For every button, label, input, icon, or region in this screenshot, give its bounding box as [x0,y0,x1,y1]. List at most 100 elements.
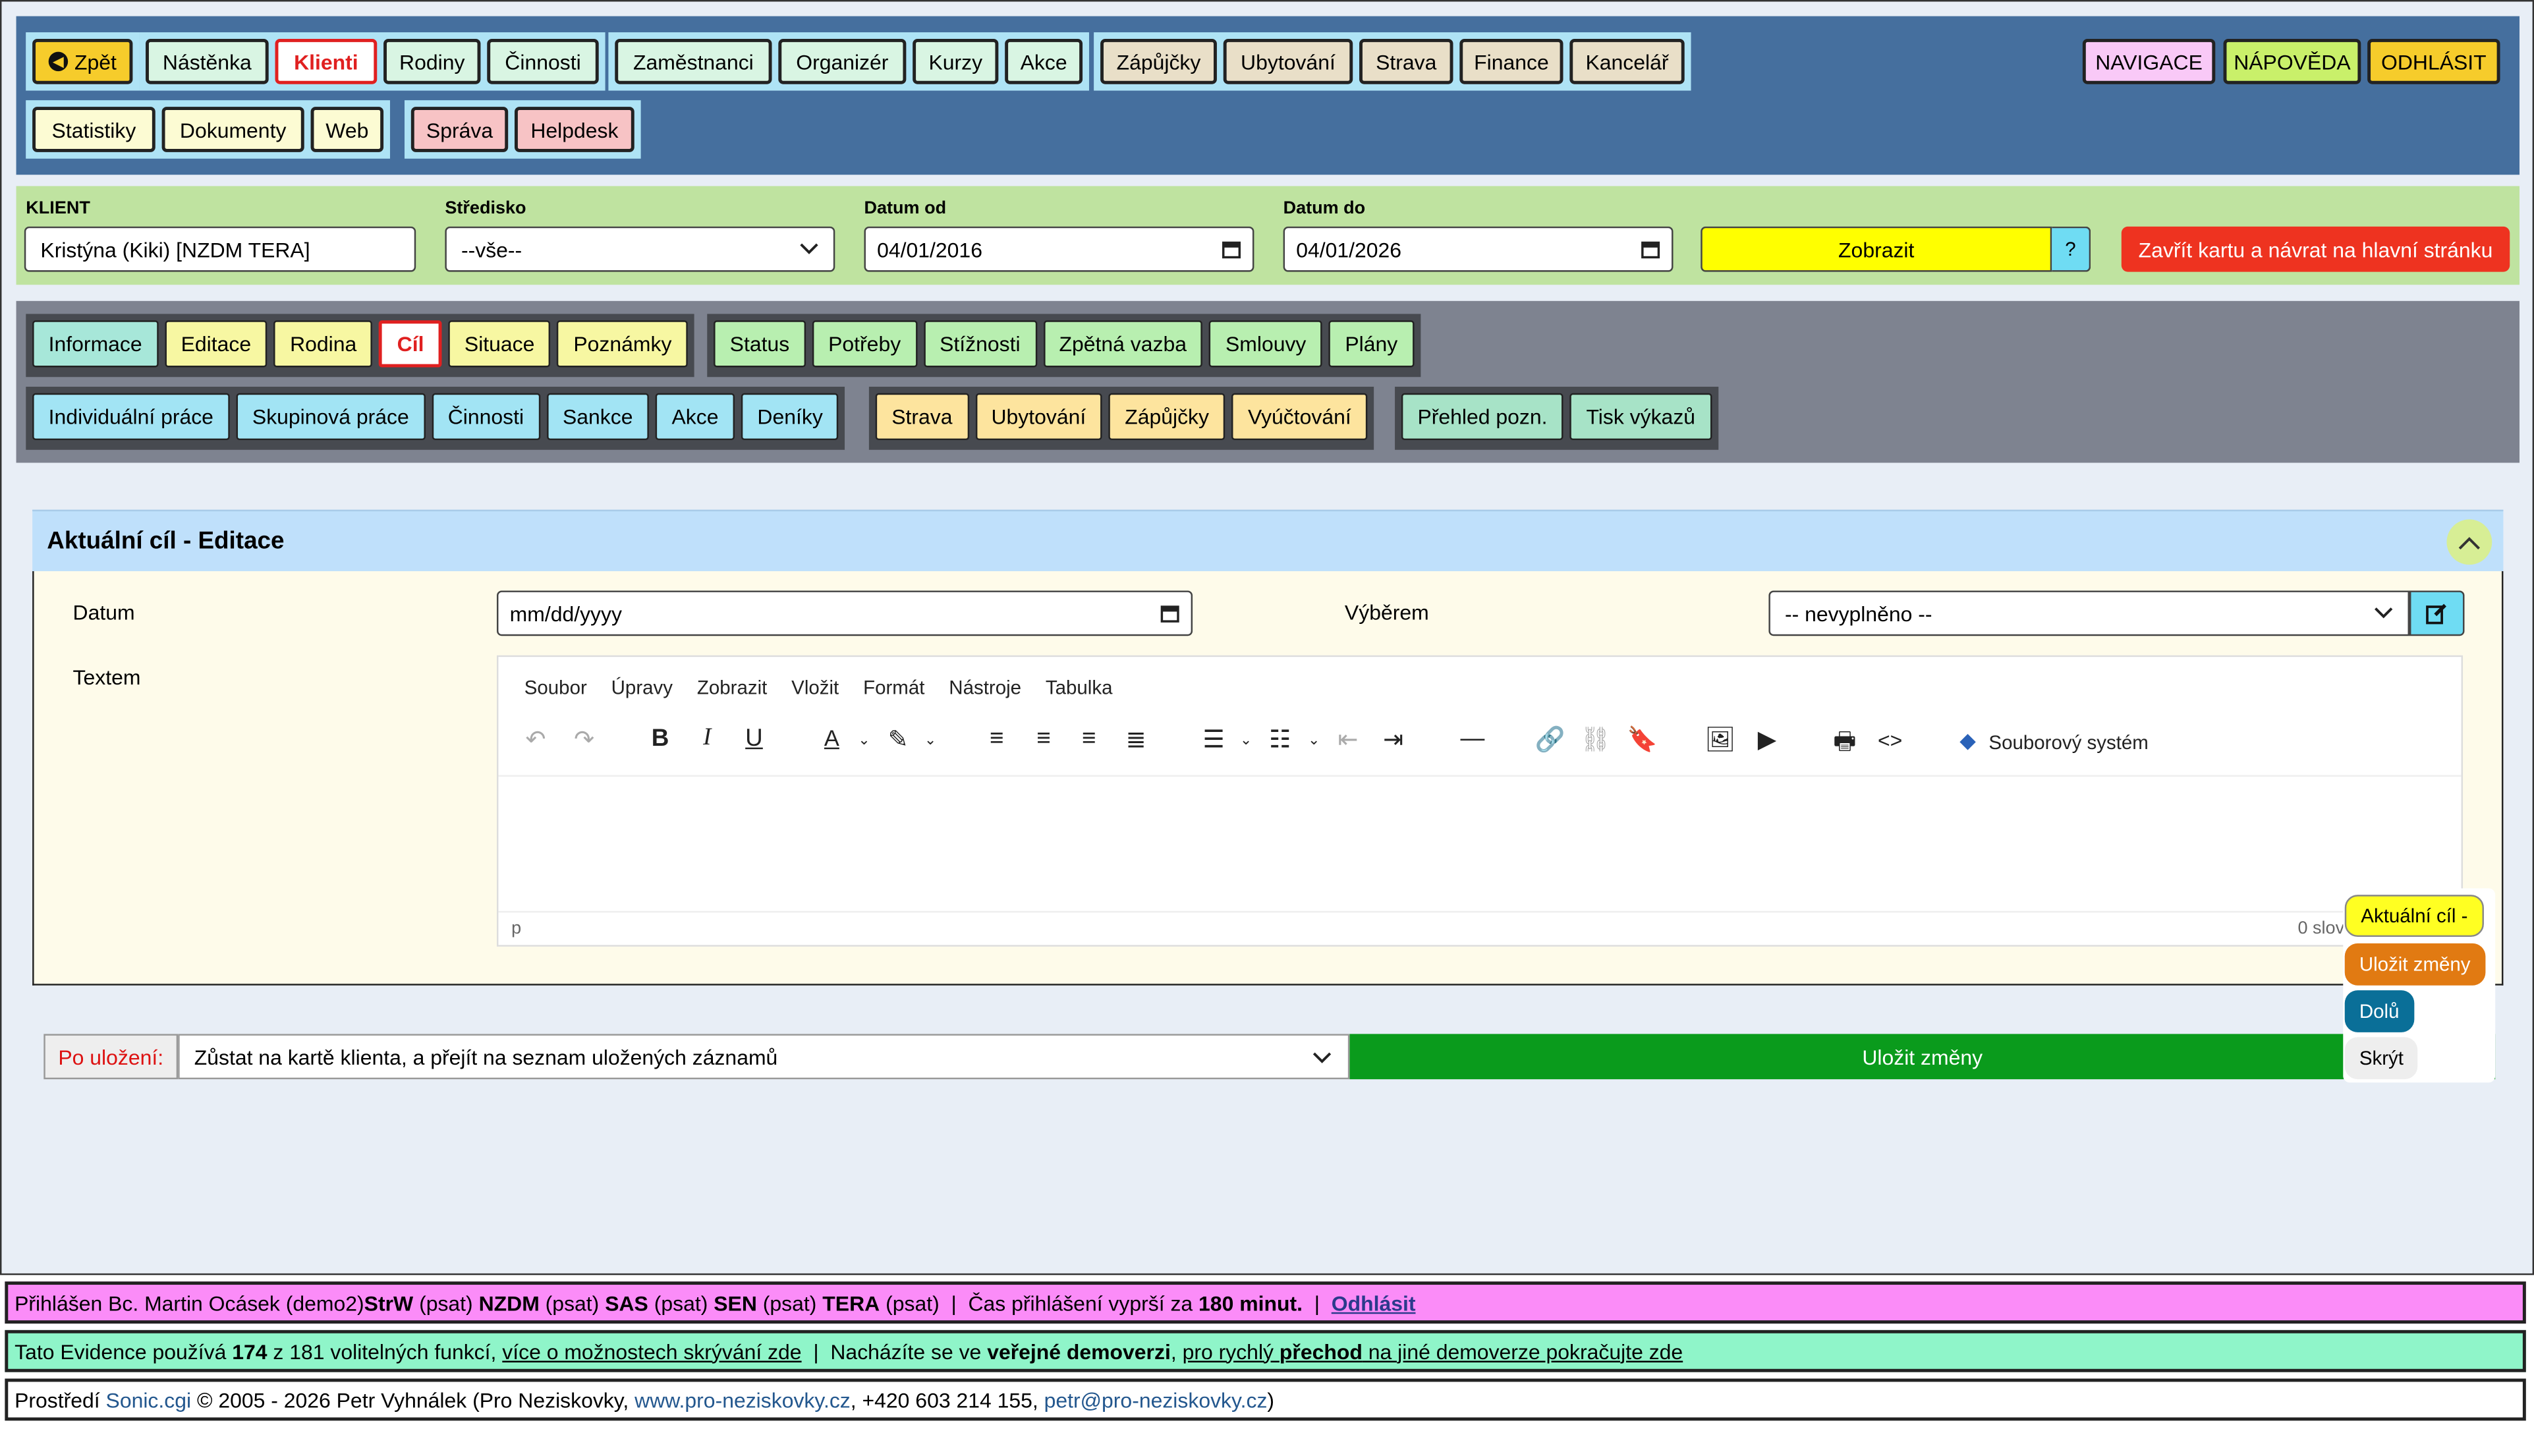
chevron-down-icon[interactable]: ⌄ [848,731,880,749]
footer-demo-link[interactable]: pro rychlý přechod na jiné demoverze pok… [1183,1339,1683,1363]
italic-icon[interactable]: I [691,725,723,752]
floating-save-button[interactable]: Uložit změny [2344,943,2485,986]
undo-icon[interactable]: ↶ [519,725,551,754]
chevron-down-icon[interactable]: ⌄ [1298,731,1330,749]
redo-icon[interactable]: ↷ [568,725,600,754]
footer-hiding-link[interactable]: více o možnostech skrývání zde [502,1339,801,1363]
tab-smlouvy[interactable]: Smlouvy [1209,320,1322,368]
nav-strava[interactable]: Strava [1359,38,1453,84]
file-system-icon[interactable]: ◆ [1952,728,1984,754]
tab-skupinova-prace[interactable]: Skupinová práce [236,393,426,441]
menu-soubor[interactable]: Soubor [524,677,587,699]
nav-sprava[interactable]: Správa [410,107,509,152]
tab-situace[interactable]: Situace [448,320,551,368]
menu-zobrazit[interactable]: Zobrazit [697,677,767,699]
outdent-icon[interactable]: ⇤ [1332,725,1364,754]
tab-ubytovani[interactable]: Ubytování [974,393,1102,441]
footer-website-link[interactable]: www.pro-neziskovky.cz [634,1387,851,1412]
filter-help-button[interactable]: ? [2052,226,2091,272]
highlight-icon[interactable]: ✎ [882,725,915,754]
nav-akce[interactable]: Akce [1005,38,1083,84]
napoveda-button[interactable]: NÁPOVĚDA [2223,38,2361,84]
nav-nastenka[interactable]: Nástěnka [146,38,269,84]
nav-web[interactable]: Web [310,107,384,152]
bold-icon[interactable]: B [644,725,676,752]
align-center-icon[interactable]: ≡ [1028,725,1060,752]
navigace-button[interactable]: NAVIGACE [2082,38,2216,84]
tab-prehled-pozn[interactable]: Přehled pozn. [1401,393,1564,441]
print-icon[interactable]: 🖶 [1828,725,1861,765]
client-input[interactable]: Kristýna (Kiki) [NZDM TERA] [24,226,416,272]
show-button[interactable]: Zobrazit [1701,226,2052,272]
nav-organizer[interactable]: Organizér [778,38,907,84]
center-select[interactable]: --vše-- [445,226,835,272]
nav-finance[interactable]: Finance [1459,38,1563,84]
tab-sankce[interactable]: Sankce [546,393,650,441]
media-icon[interactable]: ▶ [1751,725,1783,754]
tab-plany[interactable]: Plány [1328,320,1414,368]
tab-zapujcky[interactable]: Zápůjčky [1108,393,1225,441]
bullet-list-icon[interactable]: ☰ [1197,725,1229,754]
footer-logout-link[interactable]: Odhlásit [1332,1291,1416,1315]
nav-kancelar[interactable]: Kancelář [1569,38,1685,84]
nav-zamestnanci[interactable]: Zaměstnanci [615,38,772,84]
tab-zpetna-vazba[interactable]: Zpětná vazba [1042,320,1203,368]
edit-options-button[interactable] [2409,590,2465,636]
horizontal-line-icon[interactable]: — [1456,725,1488,752]
bookmark-icon[interactable]: 🔖 [1626,725,1658,754]
collapse-button[interactable] [2446,519,2492,565]
floating-down-button[interactable]: Dolů [2344,990,2414,1032]
menu-format[interactable]: Formát [863,677,924,699]
underline-icon[interactable]: U [738,725,770,752]
unlink-icon[interactable]: ⛓ [1579,725,1612,754]
floating-current-goal[interactable]: Aktuální cíl - [2344,895,2485,938]
tab-poznamky[interactable]: Poznámky [557,320,689,368]
tab-vyuctovani[interactable]: Vyúčtování [1231,393,1368,441]
menu-nastroje[interactable]: Nástroje [949,677,1021,699]
text-color-icon[interactable]: A [816,725,848,750]
close-card-button[interactable]: Zavřít kartu a návrat na hlavní stránku [2121,226,2510,272]
tab-potreby[interactable]: Potřeby [812,320,917,368]
date-from-input[interactable]: 04/01/2016 [864,226,1254,272]
floating-hide-button[interactable]: Skrýt [2344,1037,2419,1080]
file-system-button[interactable]: Souborový systém [1988,731,2148,754]
chevron-down-icon[interactable]: ⌄ [1230,731,1262,749]
after-save-select[interactable]: Zůstat na kartě klienta, a přejít na sez… [178,1034,1350,1080]
tab-cil[interactable]: Cíl [379,320,442,368]
align-justify-icon[interactable]: ≣ [1120,725,1152,754]
tab-cinnosti[interactable]: Činnosti [432,393,540,441]
date-to-input[interactable]: 04/01/2026 [1283,226,1674,272]
goal-date-input[interactable]: mm/dd/yyyy [496,590,1193,636]
image-icon[interactable]: 🖼 [1704,725,1736,754]
nav-zapujcky[interactable]: Zápůjčky [1100,38,1217,84]
tab-individualni-prace[interactable]: Individuální práce [32,393,230,441]
menu-upravy[interactable]: Úpravy [611,677,673,699]
nav-klienti[interactable]: Klienti [275,38,378,84]
nav-rodiny[interactable]: Rodiny [383,38,481,84]
numbered-list-icon[interactable]: ☷ [1264,725,1296,754]
nav-dokumenty[interactable]: Dokumenty [161,107,304,152]
nav-ubytovani[interactable]: Ubytování [1223,38,1353,84]
tab-rodina[interactable]: Rodina [273,320,373,368]
save-changes-button[interactable]: Uložit změny [1349,1034,2496,1080]
footer-sonic-link[interactable]: Sonic.cgi [106,1387,192,1412]
editor-content-area[interactable] [498,775,2462,914]
footer-email-link[interactable]: petr@pro-neziskovky.cz [1044,1387,1268,1412]
link-icon[interactable]: 🔗 [1534,725,1566,754]
tab-strava[interactable]: Strava [875,393,969,441]
menu-vlozit[interactable]: Vložit [791,677,839,699]
align-right-icon[interactable]: ≡ [1073,725,1105,752]
nav-helpdesk[interactable]: Helpdesk [515,107,634,152]
tab-stiznosti[interactable]: Stížnosti [923,320,1037,368]
chevron-down-icon[interactable]: ⌄ [915,731,947,749]
tab-deniky[interactable]: Deníky [741,393,839,441]
back-button[interactable]: ◀ Zpět [32,38,133,84]
indent-icon[interactable]: ⇥ [1377,725,1409,754]
nav-cinnosti[interactable]: Činnosti [487,38,599,84]
align-left-icon[interactable]: ≡ [980,725,1013,752]
source-code-icon[interactable]: <> [1874,728,1906,752]
tab-akce[interactable]: Akce [655,393,735,441]
nav-statistiky[interactable]: Statistiky [32,107,155,152]
menu-tabulka[interactable]: Tabulka [1046,677,1113,699]
tab-tisk-vykazu[interactable]: Tisk výkazů [1569,393,1712,441]
